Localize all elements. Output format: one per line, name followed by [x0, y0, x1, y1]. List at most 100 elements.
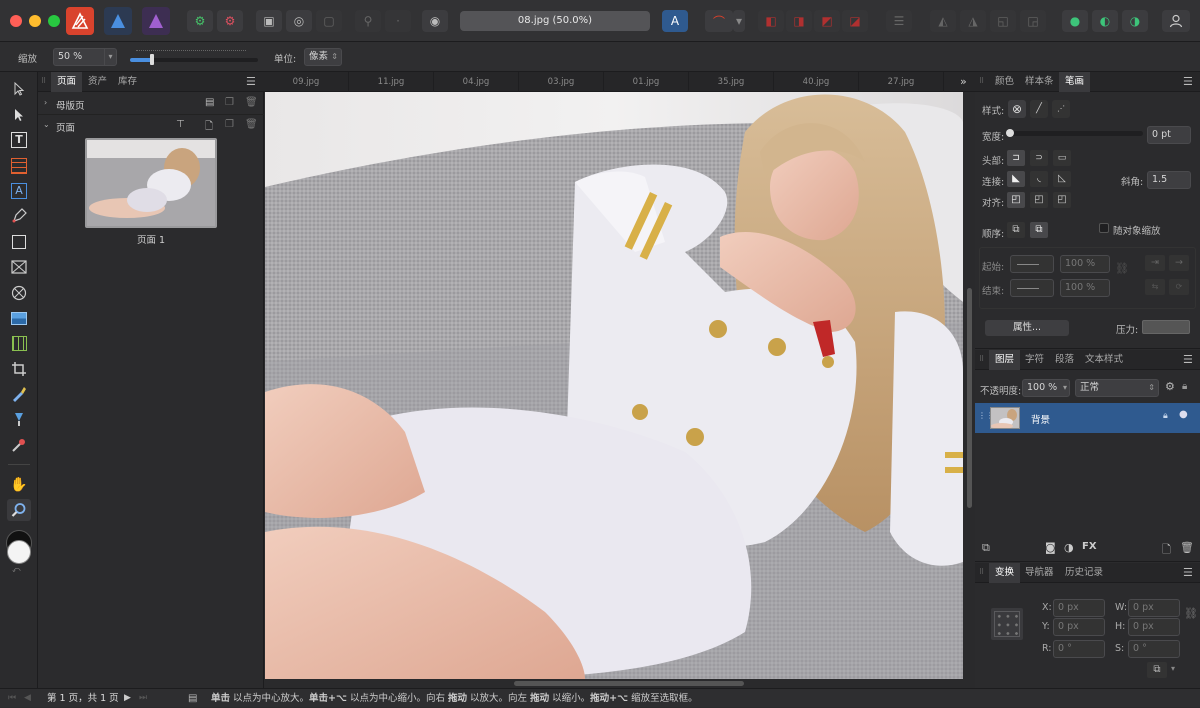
fill-tool-icon[interactable]	[7, 383, 31, 405]
boolean-add-icon[interactable]: ●	[1062, 10, 1088, 32]
stroke-width-slider[interactable]	[1007, 131, 1143, 136]
send-backward-icon[interactable]: ◩	[814, 10, 840, 32]
user-account-icon[interactable]	[1162, 10, 1190, 32]
page-panel-icon[interactable]: ▤	[188, 689, 197, 708]
tab-pages[interactable]: 页面	[51, 72, 83, 92]
pin-icon[interactable]: ⚲	[355, 10, 381, 32]
panel-menu-icon[interactable]: ☰	[1183, 75, 1193, 88]
layer-visibility-icon[interactable]: ●	[1179, 409, 1188, 420]
move-tool-icon[interactable]	[7, 78, 31, 100]
w-field[interactable]: 0 px	[1128, 599, 1180, 617]
close-window-button[interactable]	[10, 15, 22, 27]
layer-row-lock-icon[interactable]: 🔒︎	[1163, 411, 1168, 421]
opacity-dropdown-icon[interactable]: ▾	[1063, 380, 1067, 396]
tab-stroke[interactable]: 笔画	[1059, 72, 1091, 92]
flip-vertical-icon[interactable]: ◮	[960, 10, 986, 32]
layer-lock-icon[interactable]: 🔒︎	[1182, 381, 1187, 392]
stroke-behind-icon[interactable]: ⧉	[1007, 222, 1025, 238]
table-tool-icon[interactable]	[7, 155, 31, 177]
transparency-tool-icon[interactable]	[7, 408, 31, 430]
hand-tool-icon[interactable]: ✋	[7, 474, 31, 496]
table-grid-tool-icon[interactable]	[7, 332, 31, 354]
zoom-tool-icon[interactable]	[7, 499, 31, 521]
start-arrow-select[interactable]	[1010, 255, 1054, 273]
tab-navigator[interactable]: 导航器	[1019, 563, 1060, 583]
x-field[interactable]: 0 px	[1053, 599, 1105, 617]
doc-tab[interactable]: 11.jpg	[349, 72, 434, 92]
horizontal-scrollbar[interactable]	[264, 679, 975, 688]
layer-settings-gear-icon[interactable]: ⚙	[1165, 380, 1175, 393]
swap-colors-icon[interactable]: ⤺	[12, 565, 21, 575]
adjustment-icon[interactable]: ◑	[1064, 541, 1074, 554]
tab-history[interactable]: 历史记录	[1059, 563, 1109, 583]
horizontal-scrollbar-thumb[interactable]	[514, 681, 744, 686]
document-canvas-photo[interactable]	[265, 92, 963, 679]
panel-menu-icon[interactable]: ☰	[246, 75, 256, 88]
no-stroke-icon[interactable]: ⊗	[1008, 100, 1026, 118]
arrow-position-right-icon[interactable]: →	[1169, 255, 1189, 271]
tab-assets[interactable]: 资产	[82, 72, 113, 92]
y-field[interactable]: 0 px	[1053, 618, 1105, 636]
bevel-join-icon[interactable]: ◺	[1053, 171, 1071, 187]
panel-menu-icon[interactable]: ☰	[1183, 566, 1193, 579]
tab-color[interactable]: 颜色	[989, 72, 1020, 92]
tab-character[interactable]: 字符	[1019, 350, 1050, 370]
stroke-width-slider-handle[interactable]	[1006, 129, 1014, 137]
pen-tool-icon[interactable]	[7, 205, 31, 227]
insert-page-icon[interactable]: 🗋	[205, 119, 213, 136]
delete-master-icon[interactable]: 🗑	[245, 97, 258, 108]
vertical-scrollbar-thumb[interactable]	[967, 288, 972, 508]
unit-select[interactable]: 像素 ⇕	[304, 48, 342, 66]
round-cap-icon[interactable]: ⊃	[1030, 150, 1048, 166]
fill-color-swatch[interactable]	[7, 540, 31, 564]
photo-persona-icon[interactable]	[142, 7, 170, 35]
blend-mode-select[interactable]: 正常 ⇕	[1075, 379, 1159, 397]
duplicate-page-icon[interactable]: ❐	[225, 119, 234, 130]
align-center-icon[interactable]: ◰	[1007, 192, 1025, 208]
anchor-point-selector[interactable]	[991, 608, 1023, 640]
send-back-icon[interactable]: ◪	[842, 10, 868, 32]
rotate-right-icon[interactable]: ◲	[1020, 10, 1046, 32]
doc-tab[interactable]: 27.jpg	[859, 72, 944, 92]
zoom-slider[interactable]	[130, 48, 258, 66]
expand-chevron-icon[interactable]: ›	[44, 98, 47, 107]
link-arrows-icon[interactable]: ⛓	[1115, 262, 1129, 275]
bring-front-icon[interactable]: ◧	[758, 10, 784, 32]
butt-cap-icon[interactable]: ⊐	[1007, 150, 1025, 166]
fx-effects-icon[interactable]: FX	[1082, 541, 1097, 552]
zoom-window-button[interactable]	[48, 15, 60, 27]
solid-line-icon[interactable]: ╱	[1030, 100, 1048, 118]
transform-options-dropdown-icon[interactable]: ▾	[1171, 664, 1175, 673]
start-scale-field[interactable]: 100 %	[1060, 255, 1110, 273]
tab-stock[interactable]: 库存	[112, 72, 143, 92]
preferences-icon[interactable]: ⚙	[187, 10, 213, 32]
designer-persona-icon[interactable]	[104, 7, 132, 35]
round-join-icon[interactable]: ◟	[1030, 171, 1048, 187]
frame-icon[interactable]: ▢	[316, 10, 342, 32]
node-tool-icon[interactable]	[7, 104, 31, 126]
align-icon[interactable]: ☰	[886, 10, 912, 32]
snapping-dropdown-icon[interactable]: ▾	[733, 10, 745, 32]
add-mask-icon[interactable]: ◙	[1045, 541, 1056, 554]
last-page-icon[interactable]: ⏭	[139, 689, 147, 708]
place-image-tool-icon[interactable]	[7, 307, 31, 329]
ellipse-frame-tool-icon[interactable]	[7, 282, 31, 304]
doc-tab[interactable]: 40.jpg	[774, 72, 859, 92]
tab-layers[interactable]: 图层	[989, 350, 1021, 370]
doc-tab[interactable]: 03.jpg	[519, 72, 604, 92]
square-cap-icon[interactable]: ▭	[1053, 150, 1071, 166]
snapping-magnet-icon[interactable]: ⌒	[705, 10, 733, 32]
rectangle-tool-icon[interactable]	[7, 231, 31, 253]
rotation-field[interactable]: 0 °	[1053, 640, 1105, 658]
duplicate-master-icon[interactable]: ❐	[225, 97, 234, 108]
boolean-intersect-icon[interactable]: ◑	[1122, 10, 1148, 32]
add-layer-icon[interactable]: 🗋	[1162, 541, 1171, 560]
align-outside-icon[interactable]: ◰	[1053, 192, 1071, 208]
zoom-slider-handle[interactable]	[150, 54, 154, 65]
picture-frame-tool-icon[interactable]	[7, 256, 31, 278]
boolean-subtract-icon[interactable]: ◐	[1092, 10, 1118, 32]
bring-forward-icon[interactable]: ◨	[786, 10, 812, 32]
end-scale-field[interactable]: 100 %	[1060, 279, 1110, 297]
first-page-icon[interactable]: ⏮	[8, 689, 16, 708]
swap-arrows-icon[interactable]: ⇆	[1145, 279, 1165, 295]
